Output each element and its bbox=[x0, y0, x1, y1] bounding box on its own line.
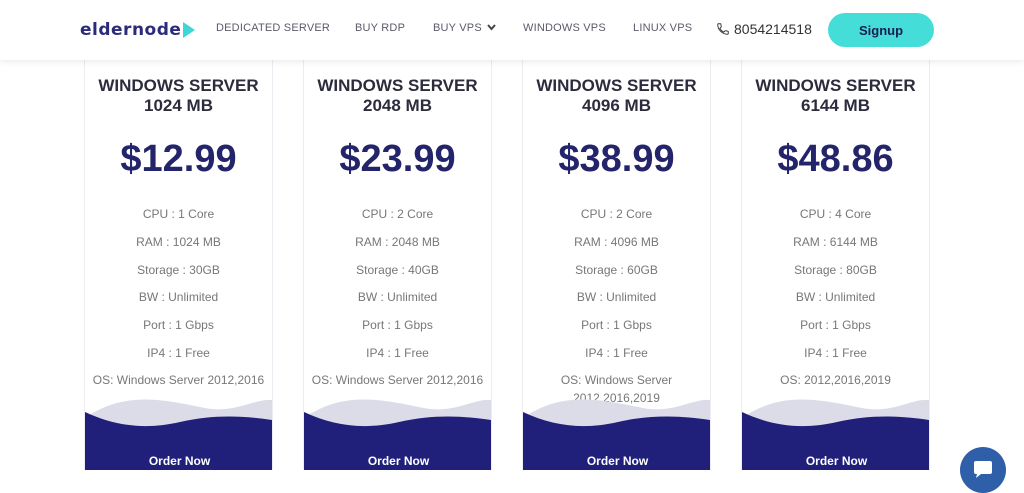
plan-title: WINDOWS SERVER 1024 MB bbox=[85, 76, 272, 116]
spec-ipv4: IP4 : 1 Free bbox=[366, 346, 429, 360]
plan-price: $23.99 bbox=[339, 138, 456, 180]
nav-windows-vps[interactable]: WINDOWS VPS bbox=[523, 22, 606, 34]
site-header: eldernode DEDICATED SERVER BUY RDP BUY V… bbox=[0, 0, 1024, 60]
chat-icon bbox=[974, 461, 992, 478]
plan-title-line1: WINDOWS SERVER bbox=[536, 76, 697, 95]
plan-title-line1: WINDOWS SERVER bbox=[317, 76, 478, 95]
nav-buy-rdp[interactable]: BUY RDP bbox=[355, 22, 405, 34]
spec-ram: RAM : 4096 MB bbox=[574, 235, 659, 249]
spec-bandwidth: BW : Unlimited bbox=[357, 290, 438, 304]
chevron-down-icon bbox=[487, 24, 496, 31]
plan-title-line1: WINDOWS SERVER bbox=[98, 76, 259, 95]
plan-card: WINDOWS SERVER 1024 MB $12.99 CPU : 1 Co… bbox=[84, 60, 273, 470]
spec-ram: RAM : 1024 MB bbox=[136, 235, 221, 249]
spec-bandwidth: BW : Unlimited bbox=[138, 290, 219, 304]
spec-cpu: CPU : 1 Core bbox=[142, 207, 215, 221]
phone-number: 8054214518 bbox=[734, 21, 812, 37]
plan-title: WINDOWS SERVER 4096 MB bbox=[523, 76, 710, 116]
spec-port: Port : 1 Gbps bbox=[581, 318, 652, 332]
spec-ipv4: IP4 : 1 Free bbox=[804, 346, 867, 360]
spec-storage: Storage : 40GB bbox=[356, 263, 439, 277]
plan-title: WINDOWS SERVER 2048 MB bbox=[304, 76, 491, 116]
spec-os: OS: Windows Server 2012,2016 bbox=[92, 373, 265, 387]
plan-price: $38.99 bbox=[558, 138, 675, 180]
spec-port: Port : 1 Gbps bbox=[800, 318, 871, 332]
plan-price: $12.99 bbox=[120, 138, 237, 180]
plan-title-line2: 4096 MB bbox=[582, 96, 651, 115]
spec-bandwidth: BW : Unlimited bbox=[576, 290, 657, 304]
spec-cpu: CPU : 2 Core bbox=[580, 207, 653, 221]
phone-icon bbox=[717, 23, 729, 35]
plan-title-line2: 2048 MB bbox=[363, 96, 432, 115]
spec-port: Port : 1 Gbps bbox=[362, 318, 433, 332]
spec-os: OS: 2012,2016,2019 bbox=[780, 373, 891, 387]
phone-link[interactable]: 8054214518 bbox=[716, 21, 812, 37]
spec-ipv4: IP4 : 1 Free bbox=[147, 346, 210, 360]
spec-port: Port : 1 Gbps bbox=[143, 318, 214, 332]
plan-card: WINDOWS SERVER 4096 MB $38.99 CPU : 2 Co… bbox=[522, 60, 711, 470]
plan-title: WINDOWS SERVER 6144 MB bbox=[742, 76, 929, 116]
nav-dedicated-server[interactable]: DEDICATED SERVER bbox=[216, 22, 330, 34]
spec-ipv4: IP4 : 1 Free bbox=[585, 346, 648, 360]
spec-storage: Storage : 30GB bbox=[137, 263, 220, 277]
logo[interactable]: eldernode bbox=[80, 20, 196, 40]
nav-buy-vps[interactable]: BUY VPS bbox=[433, 22, 496, 34]
spec-cpu: CPU : 2 Core bbox=[361, 207, 434, 221]
order-now-button[interactable]: Order Now bbox=[556, 445, 679, 470]
order-now-button[interactable]: Order Now bbox=[775, 445, 898, 470]
plan-title-line1: WINDOWS SERVER bbox=[755, 76, 916, 95]
order-now-button[interactable]: Order Now bbox=[337, 445, 460, 470]
plan-title-line2: 6144 MB bbox=[801, 96, 870, 115]
logo-text: eldernode bbox=[80, 20, 182, 40]
chat-button[interactable] bbox=[960, 447, 1006, 493]
plan-card: WINDOWS SERVER 6144 MB $48.86 CPU : 4 Co… bbox=[741, 60, 930, 470]
signup-button[interactable]: Signup bbox=[828, 13, 934, 47]
nav-buy-vps-label: BUY VPS bbox=[433, 22, 482, 34]
spec-os: OS: Windows Server 2012,2016 bbox=[311, 373, 484, 387]
plan-price: $48.86 bbox=[777, 138, 894, 180]
spec-storage: Storage : 60GB bbox=[575, 263, 658, 277]
nav-linux-vps[interactable]: LINUX VPS bbox=[633, 22, 692, 34]
spec-ram: RAM : 6144 MB bbox=[793, 235, 878, 249]
plan-title-line2: 1024 MB bbox=[144, 96, 213, 115]
order-now-button[interactable]: Order Now bbox=[118, 445, 241, 470]
spec-cpu: CPU : 4 Core bbox=[799, 207, 872, 221]
spec-bandwidth: BW : Unlimited bbox=[795, 290, 876, 304]
plan-card: WINDOWS SERVER 2048 MB $23.99 CPU : 2 Co… bbox=[303, 60, 492, 470]
spec-ram: RAM : 2048 MB bbox=[355, 235, 440, 249]
logo-play-icon bbox=[183, 22, 196, 38]
spec-storage: Storage : 80GB bbox=[794, 263, 877, 277]
